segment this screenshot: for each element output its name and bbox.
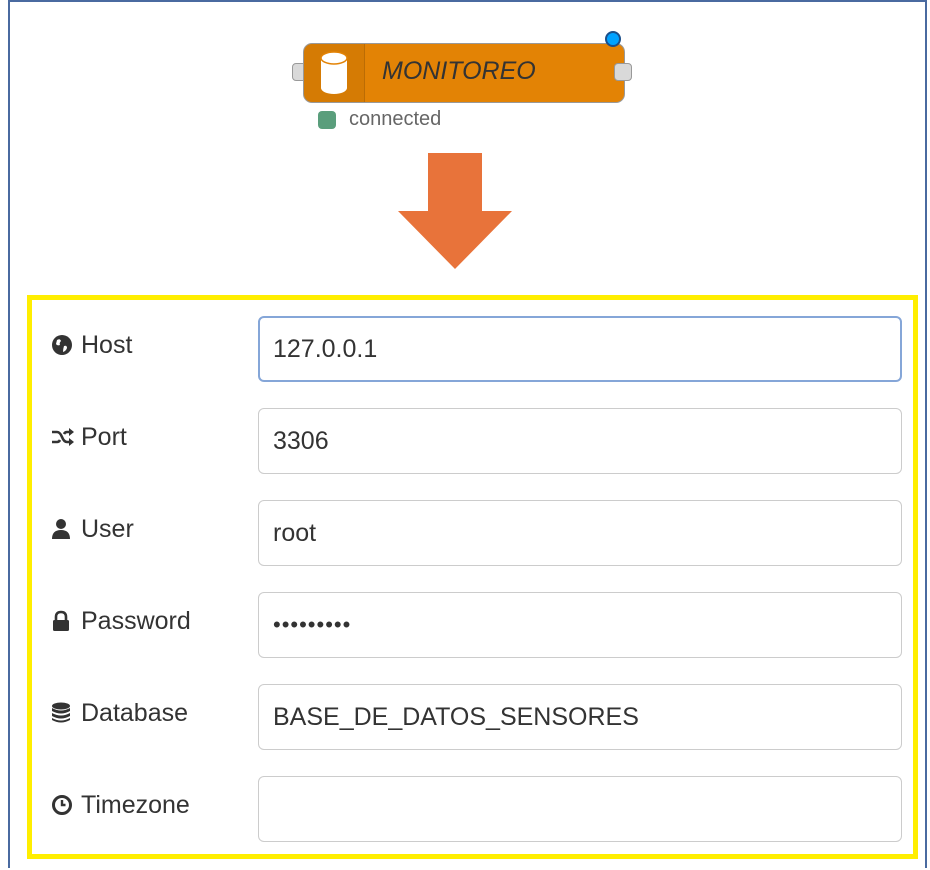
user-label: User: [51, 515, 134, 544]
database-icon: [51, 702, 75, 726]
status-text: connected: [349, 108, 442, 130]
database-icon: [320, 51, 348, 94]
shuffle-icon: [51, 426, 75, 450]
mysql-config-form: Host Port: [27, 295, 918, 859]
form-row-database: Database: [32, 684, 913, 750]
password-label: Password: [51, 607, 191, 636]
user-icon: [51, 518, 75, 542]
node-output-port[interactable]: [614, 63, 632, 81]
form-row-password: Password: [32, 592, 913, 658]
port-label: Port: [51, 423, 127, 452]
arrow-down-icon: [398, 153, 512, 269]
host-input[interactable]: [258, 316, 902, 382]
lock-icon: [51, 610, 75, 634]
mysql-node[interactable]: MONITOREO: [303, 43, 625, 103]
clock-icon: [51, 794, 75, 818]
password-label-text: Password: [81, 607, 191, 635]
timezone-input[interactable]: [258, 776, 902, 842]
node-changed-indicator: [605, 31, 621, 47]
host-label-text: Host: [81, 331, 133, 359]
form-row-timezone: Timezone: [32, 776, 913, 842]
user-input[interactable]: [258, 500, 902, 566]
port-input[interactable]: [258, 408, 902, 474]
database-label: Database: [51, 699, 188, 728]
form-row-host: Host: [32, 316, 913, 382]
form-row-user: User: [32, 500, 913, 566]
node-label: MONITOREO: [382, 57, 536, 85]
globe-icon: [51, 334, 75, 358]
timezone-label: Timezone: [51, 791, 190, 820]
password-input[interactable]: [258, 592, 902, 658]
form-row-port: Port: [32, 408, 913, 474]
timezone-label-text: Timezone: [81, 791, 190, 819]
user-label-text: User: [81, 515, 134, 543]
database-label-text: Database: [81, 699, 189, 727]
port-label-text: Port: [81, 423, 127, 451]
status-dot: [318, 111, 336, 129]
node-icon-area: [304, 44, 365, 102]
host-label: Host: [51, 331, 132, 360]
database-input[interactable]: [258, 684, 902, 750]
